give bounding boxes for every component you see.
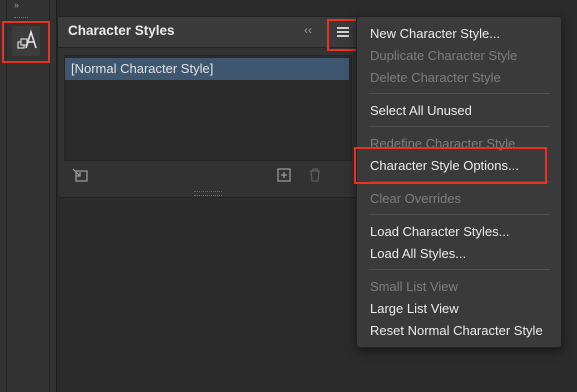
collapse-panel-button[interactable]: ‹‹ bbox=[304, 23, 312, 37]
load-styles-icon[interactable] bbox=[72, 167, 90, 186]
character-styles-panel: Character Styles ‹‹ [Normal Character St… bbox=[57, 16, 359, 198]
menu-item-new-character-style[interactable]: New Character Style... bbox=[370, 26, 500, 41]
menu-item-character-style-options[interactable]: Character Style Options... bbox=[370, 158, 519, 173]
character-styles-glyph bbox=[17, 29, 37, 49]
menu-separator bbox=[369, 214, 550, 215]
dock-divider bbox=[49, 0, 50, 392]
menu-item-redefine-character-style: Redefine Character Style bbox=[370, 136, 516, 151]
list-item[interactable]: [Normal Character Style] bbox=[65, 58, 349, 80]
menu-item-clear-overrides: Clear Overrides bbox=[370, 191, 462, 206]
menu-item-select-all-unused[interactable]: Select All Unused bbox=[370, 103, 472, 118]
left-dock: ›› bbox=[0, 0, 57, 392]
panel-resize-grip[interactable] bbox=[194, 191, 222, 196]
new-style-icon[interactable] bbox=[276, 167, 292, 186]
menu-item-reset-normal-character-style[interactable]: Reset Normal Character Style bbox=[370, 323, 543, 338]
menu-item-duplicate-character-style: Duplicate Character Style bbox=[370, 48, 518, 63]
trash-icon[interactable] bbox=[307, 167, 323, 186]
menu-separator bbox=[369, 126, 550, 127]
menu-separator bbox=[369, 181, 550, 182]
menu-item-small-list-view: Small List View bbox=[370, 279, 458, 294]
styles-list: [Normal Character Style] bbox=[64, 55, 352, 161]
dock-expand-button[interactable]: ›› bbox=[14, 0, 19, 10]
menu-item-load-all-styles[interactable]: Load All Styles... bbox=[370, 246, 466, 261]
panel-flyout-menu: New Character Style... Duplicate Charact… bbox=[356, 16, 562, 348]
panel-header: Character Styles ‹‹ bbox=[58, 17, 358, 48]
dock-divider bbox=[6, 0, 7, 392]
hamburger-menu-icon[interactable] bbox=[334, 24, 352, 40]
menu-item-delete-character-style: Delete Character Style bbox=[370, 70, 501, 85]
menu-separator bbox=[369, 269, 550, 270]
character-styles-icon[interactable] bbox=[12, 26, 40, 56]
menu-item-load-character-styles[interactable]: Load Character Styles... bbox=[370, 224, 509, 239]
menu-separator bbox=[369, 93, 550, 94]
dock-grip[interactable] bbox=[14, 17, 28, 22]
panel-title: Character Styles bbox=[68, 23, 175, 38]
menu-item-large-list-view[interactable]: Large List View bbox=[370, 301, 459, 316]
